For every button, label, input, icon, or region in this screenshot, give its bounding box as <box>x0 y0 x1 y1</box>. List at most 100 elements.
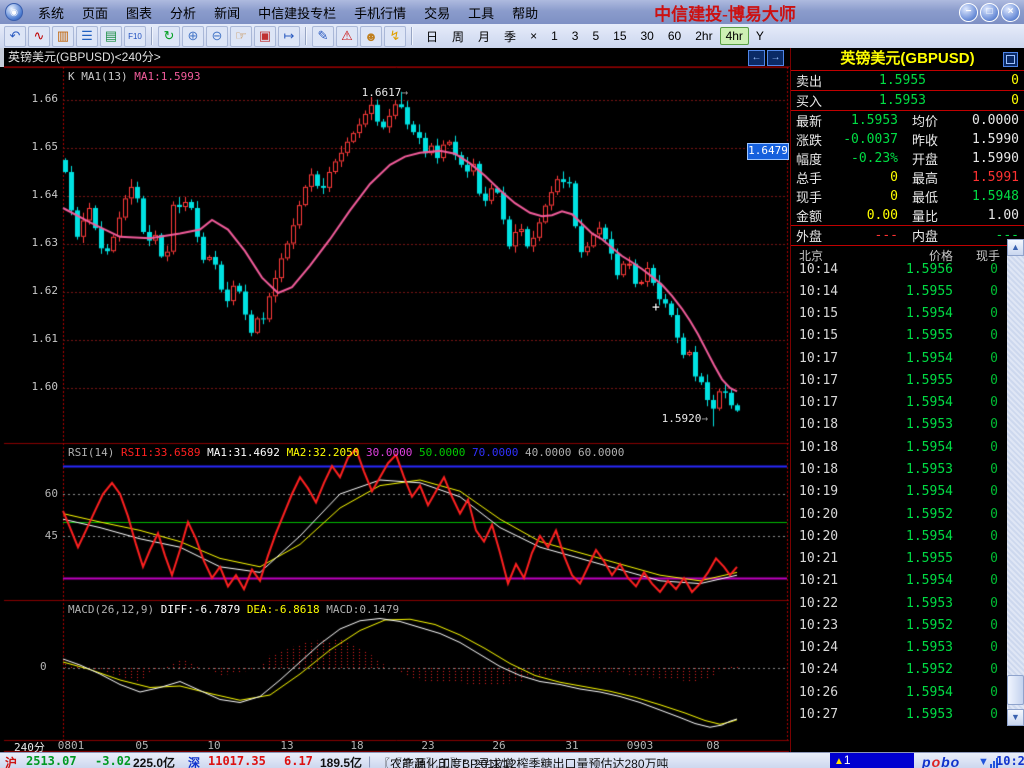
tick-row[interactable]: 10:271.59530 <box>791 703 1008 725</box>
tick-row[interactable]: 10:191.59540 <box>791 481 1008 503</box>
zoom-in-icon[interactable]: ⊕ <box>182 26 204 47</box>
tick-row[interactable]: 10:241.59520 <box>791 659 1008 681</box>
back-icon[interactable]: ↶ <box>4 26 26 47</box>
period-5[interactable]: 5 <box>585 27 606 45</box>
menu-item-4[interactable]: 新闻 <box>205 0 249 25</box>
tick-row[interactable]: 10:151.59550 <box>791 325 1008 347</box>
quote-row: 金额0.00量比1.00 <box>791 206 1024 225</box>
alarm-icon[interactable]: ⚠ <box>336 26 358 47</box>
period-周[interactable]: 周 <box>445 26 471 47</box>
quote-board-icon[interactable]: ☰ <box>76 26 98 47</box>
tick-row[interactable]: 10:221.59530 <box>791 592 1008 614</box>
page-next-button[interactable]: → <box>767 50 784 66</box>
draw-tool-icon[interactable]: ✎ <box>312 26 334 47</box>
tick-row[interactable]: 10:211.59550 <box>791 547 1008 569</box>
menu-item-9[interactable]: 帮助 <box>503 0 547 25</box>
period-季[interactable]: 季 <box>497 26 523 47</box>
period-Y[interactable]: Y <box>749 27 771 45</box>
tick-cell: 0 <box>953 328 1008 343</box>
menu-item-1[interactable]: 页面 <box>73 0 117 25</box>
page-prev-button[interactable]: ← <box>748 50 765 66</box>
period-3[interactable]: 3 <box>565 27 586 45</box>
menu-item-8[interactable]: 工具 <box>459 0 503 25</box>
drag-hand-icon[interactable]: ☞ <box>230 26 252 47</box>
users-icon[interactable]: ☻ <box>360 26 382 47</box>
quote-label: 总手 <box>796 168 838 187</box>
tick-row[interactable]: 10:141.59560 <box>791 258 1008 280</box>
arrow-right-icon: → <box>401 86 408 99</box>
time-axis-label: 0801 <box>49 739 93 752</box>
price-axis-label: 1.65 <box>0 140 58 153</box>
tick-row[interactable]: 10:211.59540 <box>791 570 1008 592</box>
period-日[interactable]: 日 <box>419 26 445 47</box>
tick-cell: 1.5955 <box>861 328 953 343</box>
quote-label: 开盘 <box>912 149 960 168</box>
tick-cell: 0 <box>953 618 1008 633</box>
quote-label: 均价 <box>912 111 960 130</box>
tick-cell: 10:14 <box>791 284 861 299</box>
tick-row[interactable]: 10:241.59530 <box>791 637 1008 659</box>
tick-row[interactable]: 10:181.59530 <box>791 414 1008 436</box>
menu-item-5[interactable]: 中信建投专栏 <box>249 0 345 25</box>
scroll-thumb[interactable] <box>1007 675 1024 705</box>
news-ticker[interactable]: 〖农产品〗印度：2011/12榨季糖出口量预估达280万吨 〖能源化工〗BP寻求… <box>378 754 828 768</box>
tick-row[interactable]: 10:261.59540 <box>791 681 1008 703</box>
minimize-button[interactable]: − <box>959 3 978 22</box>
refresh-icon[interactable]: ↻ <box>158 26 180 47</box>
period-15[interactable]: 15 <box>606 27 633 45</box>
panel-maximize-icon[interactable] <box>1003 52 1018 67</box>
menu-item-0[interactable]: 系统 <box>29 0 73 25</box>
report-icon[interactable]: ▤ <box>100 26 122 47</box>
ma1-value: MA1:1.5993 <box>134 70 200 83</box>
price-axis-label: 1.60 <box>0 380 58 393</box>
tick-row[interactable]: 10:171.59540 <box>791 347 1008 369</box>
system-menu-icon[interactable]: ◉ <box>5 3 23 21</box>
tick-cell: 0 <box>953 596 1008 611</box>
quote-row: 最新1.5953均价0.0000 <box>791 111 1024 130</box>
tick-scrollbar[interactable]: ▲ ▼ <box>1007 239 1024 726</box>
scroll-up-button[interactable]: ▲ <box>1007 239 1024 256</box>
period-月[interactable]: 月 <box>471 26 497 47</box>
menu-bar: 系统页面图表分析新闻中信建投专栏手机行情交易工具帮助 <box>29 0 547 25</box>
candlestick-chart-canvas[interactable] <box>0 67 790 752</box>
tick-row[interactable]: 10:181.59540 <box>791 436 1008 458</box>
candlestick-chart-icon[interactable]: ▥ <box>52 26 74 47</box>
period-60[interactable]: 60 <box>661 27 688 45</box>
menu-item-7[interactable]: 交易 <box>415 0 459 25</box>
window-cascade-icon[interactable]: ▣ <box>254 26 276 47</box>
scroll-down-button[interactable]: ▼ <box>1007 709 1024 726</box>
tick-row[interactable]: 10:171.59550 <box>791 369 1008 391</box>
tick-row[interactable]: 10:181.59530 <box>791 458 1008 480</box>
menu-item-2[interactable]: 图表 <box>117 0 161 25</box>
period-×[interactable]: × <box>523 27 544 45</box>
tick-cell: 0 <box>953 551 1008 566</box>
menu-item-3[interactable]: 分析 <box>161 0 205 25</box>
f10-icon[interactable]: F10 <box>124 26 146 47</box>
tick-row[interactable]: 10:171.59540 <box>791 392 1008 414</box>
tick-row[interactable]: 10:231.59520 <box>791 614 1008 636</box>
period-4hr[interactable]: 4hr <box>720 27 749 45</box>
tick-row[interactable]: 10:201.59540 <box>791 525 1008 547</box>
shenzhen-volume: 189.5亿 <box>320 754 362 768</box>
time-axis-label: 08 <box>691 739 735 752</box>
tick-cell: 1.5953 <box>861 462 953 477</box>
lightning-icon[interactable]: ↯ <box>384 26 406 47</box>
quote-panel: 英镑美元(GBPUSD) 卖出1.59550买入1.59530最新1.5953均… <box>790 48 1024 752</box>
time-axis-label: 31 <box>550 739 594 752</box>
period-2hr[interactable]: 2hr <box>688 27 719 45</box>
period-1[interactable]: 1 <box>544 27 565 45</box>
tick-row[interactable]: 10:201.59520 <box>791 503 1008 525</box>
restore-button[interactable]: □ <box>980 3 999 22</box>
period-30[interactable]: 30 <box>634 27 661 45</box>
tick-row[interactable]: 10:151.59540 <box>791 303 1008 325</box>
tick-row[interactable]: 10:141.59550 <box>791 280 1008 302</box>
zoom-out-icon[interactable]: ⊖ <box>206 26 228 47</box>
chart-title-strip: 英镑美元(GBPUSD)<240分> ← → <box>4 48 790 67</box>
alert-indicator[interactable]: ▲1 <box>830 753 914 768</box>
close-button[interactable]: × <box>1001 3 1020 22</box>
line-chart-icon[interactable]: ∿ <box>28 26 50 47</box>
menu-item-6[interactable]: 手机行情 <box>345 0 415 25</box>
shanghai-label: 沪 <box>5 754 17 768</box>
window-next-icon[interactable]: ↦ <box>278 26 300 47</box>
tick-cell: 10:17 <box>791 351 861 366</box>
